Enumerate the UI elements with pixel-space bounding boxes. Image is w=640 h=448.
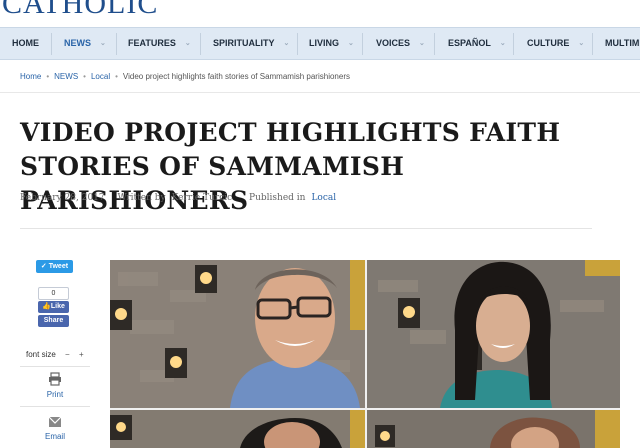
nav-item-news[interactable]: NEWS ⌄ (64, 28, 106, 59)
nav-label: ESPAÑOL (448, 38, 491, 48)
chevron-down-icon: ⌄ (184, 40, 191, 47)
breadcrumb-current: Video project highlights faith stories o… (122, 72, 350, 81)
facebook-share-button[interactable]: Share (38, 315, 69, 327)
nav-divider (434, 33, 435, 55)
published-in-label: Published in (249, 193, 306, 203)
site-logo[interactable]: CATHOLIC (2, 0, 158, 21)
nav-item-multimedia[interactable]: MULTIMI (605, 28, 640, 59)
breadcrumb-separator: • (115, 72, 118, 81)
like-label: Like (50, 303, 65, 310)
like-count: 0 (38, 287, 69, 300)
font-increase-button[interactable]: + (79, 350, 84, 359)
nav-label: HOME (12, 38, 39, 48)
font-size-control: font size − + (26, 350, 84, 359)
chevron-down-icon: ⌄ (499, 40, 506, 47)
breadcrumb-home-link[interactable]: Home (20, 72, 41, 81)
video-still-image (110, 260, 620, 448)
article-section-link[interactable]: Local (311, 193, 336, 203)
print-label: Print (46, 390, 64, 399)
font-size-label: font size (26, 350, 56, 359)
thumbs-up-icon: 👍 (42, 303, 51, 310)
tweet-label: Tweet (48, 263, 69, 270)
email-button[interactable]: Email (20, 416, 90, 441)
share-divider (20, 406, 90, 407)
nav-item-home[interactable]: HOME (12, 28, 39, 59)
email-label: Email (44, 432, 65, 441)
nav-divider (297, 33, 298, 55)
article-photo (110, 260, 620, 448)
printer-icon (49, 372, 61, 386)
article-date: February 28, 2017 (20, 193, 105, 203)
facebook-like-widget: 0 👍Like Share (38, 287, 70, 327)
font-decrease-button[interactable]: − (65, 350, 70, 359)
breadcrumb-separator: • (83, 72, 86, 81)
written-by-label: Written by (117, 193, 166, 203)
nav-item-living[interactable]: LIVING ⌄ (309, 28, 354, 59)
share-divider (20, 366, 90, 367)
nav-item-spirituality[interactable]: SPIRITUALITY ⌄ (213, 28, 289, 59)
chevron-down-icon: ⌄ (348, 40, 354, 47)
nav-divider (592, 33, 593, 55)
nav-label: MULTIMI (605, 38, 640, 48)
breadcrumb-local-link[interactable]: Local (91, 72, 110, 81)
breadcrumb: Home • NEWS • Local • Video project highlights… (0, 61, 640, 93)
nav-divider (116, 33, 117, 55)
byline-divider (20, 228, 592, 229)
nav-label: LIVING (309, 38, 340, 48)
nav-label: SPIRITUALITY (213, 38, 275, 48)
nav-label: CULTURE (527, 38, 570, 48)
main-navigation: HOME NEWS ⌄ FEATURES ⌄ SPIRITUALITY ⌄ LIVIN… (0, 27, 640, 60)
nav-label: FEATURES (128, 38, 176, 48)
like-button[interactable]: 👍Like (38, 301, 69, 313)
breadcrumb-news-link[interactable]: NEWS (54, 72, 78, 81)
nav-divider (513, 33, 514, 55)
nav-label: NEWS (64, 38, 91, 48)
nav-item-espanol[interactable]: ESPAÑOL ⌄ (448, 28, 506, 59)
nav-divider (362, 33, 363, 55)
chevron-down-icon: ⌄ (283, 40, 290, 47)
breadcrumb-separator: • (46, 72, 50, 81)
nav-divider (200, 33, 201, 55)
nav-item-voices[interactable]: VOICES ⌄ (376, 28, 425, 59)
chevron-down-icon: ⌄ (419, 40, 425, 47)
article-byline: February 28, 2017 Written by Kerrie Turci… (20, 193, 342, 203)
envelope-icon (48, 416, 62, 427)
article-author: Kerrie Turcic (171, 193, 233, 203)
masthead: CATHOLIC (0, 0, 640, 27)
chevron-down-icon: ⌄ (100, 40, 106, 47)
nav-label: VOICES (376, 38, 411, 48)
print-button[interactable]: Print (20, 372, 90, 399)
chevron-down-icon: ⌄ (578, 40, 585, 47)
nav-divider (51, 33, 52, 55)
nav-item-culture[interactable]: CULTURE ⌄ (527, 28, 584, 59)
nav-item-features[interactable]: FEATURES ⌄ (128, 28, 191, 59)
tweet-button[interactable]: ✓ Tweet (36, 260, 73, 273)
bird-icon: ✓ (40, 263, 49, 270)
